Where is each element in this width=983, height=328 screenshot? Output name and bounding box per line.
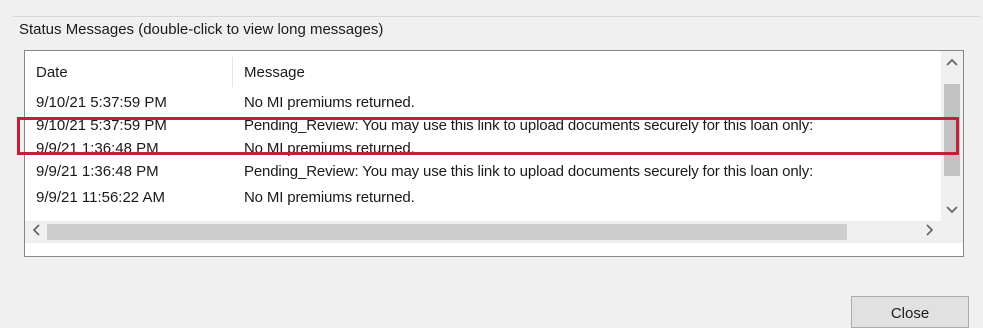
row-message: No MI premiums returned. <box>244 189 415 206</box>
list-row[interactable]: 9/9/21 1:36:48 PM Pending_Review: You ma… <box>25 160 941 182</box>
chevron-right-icon[interactable] <box>919 221 941 243</box>
column-header-message[interactable]: Message <box>244 64 305 81</box>
status-messages-dialog: Status Messages (double-click to view lo… <box>0 0 983 328</box>
column-header-date[interactable]: Date <box>36 64 68 81</box>
row-date: 9/9/21 1:36:48 PM <box>36 163 159 180</box>
row-date: 9/10/21 5:37:59 PM <box>36 117 167 134</box>
list-rows: 9/10/21 5:37:59 PM No MI premiums return… <box>25 91 941 221</box>
row-message: No MI premiums returned. <box>244 94 415 111</box>
vertical-scrollbar-thumb[interactable] <box>944 84 960 176</box>
column-divider[interactable] <box>232 57 233 87</box>
close-button[interactable]: Close <box>851 296 969 328</box>
list-row[interactable]: 9/9/21 11:56:22 AM No MI premiums return… <box>25 186 941 208</box>
scrollbar-corner <box>941 221 963 243</box>
chevron-left-icon[interactable] <box>25 221 47 243</box>
row-message: No MI premiums returned. <box>244 140 415 157</box>
row-message: Pending_Review: You may use this link to… <box>244 163 814 180</box>
row-date: 9/9/21 1:36:48 PM <box>36 140 159 157</box>
row-message: Pending_Review: You may use this link to… <box>244 117 814 134</box>
list-row-selected[interactable]: 9/10/21 5:37:59 PM Pending_Review: You m… <box>25 114 941 136</box>
group-title: Status Messages (double-click to view lo… <box>19 21 386 38</box>
list-row[interactable]: 9/9/21 1:36:48 PM No MI premiums returne… <box>25 137 941 159</box>
row-date: 9/10/21 5:37:59 PM <box>36 94 167 111</box>
close-button-label: Close <box>890 305 930 322</box>
status-messages-list[interactable]: Date Message 9/10/21 5:37:59 PM No MI pr… <box>24 50 964 257</box>
row-date: 9/9/21 11:56:22 AM <box>36 189 165 206</box>
list-row[interactable]: 9/10/21 5:37:59 PM No MI premiums return… <box>25 91 941 113</box>
list-header: Date Message <box>25 51 941 91</box>
horizontal-scrollbar[interactable] <box>25 221 941 243</box>
vertical-scrollbar[interactable] <box>941 51 963 221</box>
chevron-up-icon[interactable] <box>941 51 963 73</box>
horizontal-scrollbar-thumb[interactable] <box>47 224 847 240</box>
chevron-down-icon[interactable] <box>941 199 963 221</box>
